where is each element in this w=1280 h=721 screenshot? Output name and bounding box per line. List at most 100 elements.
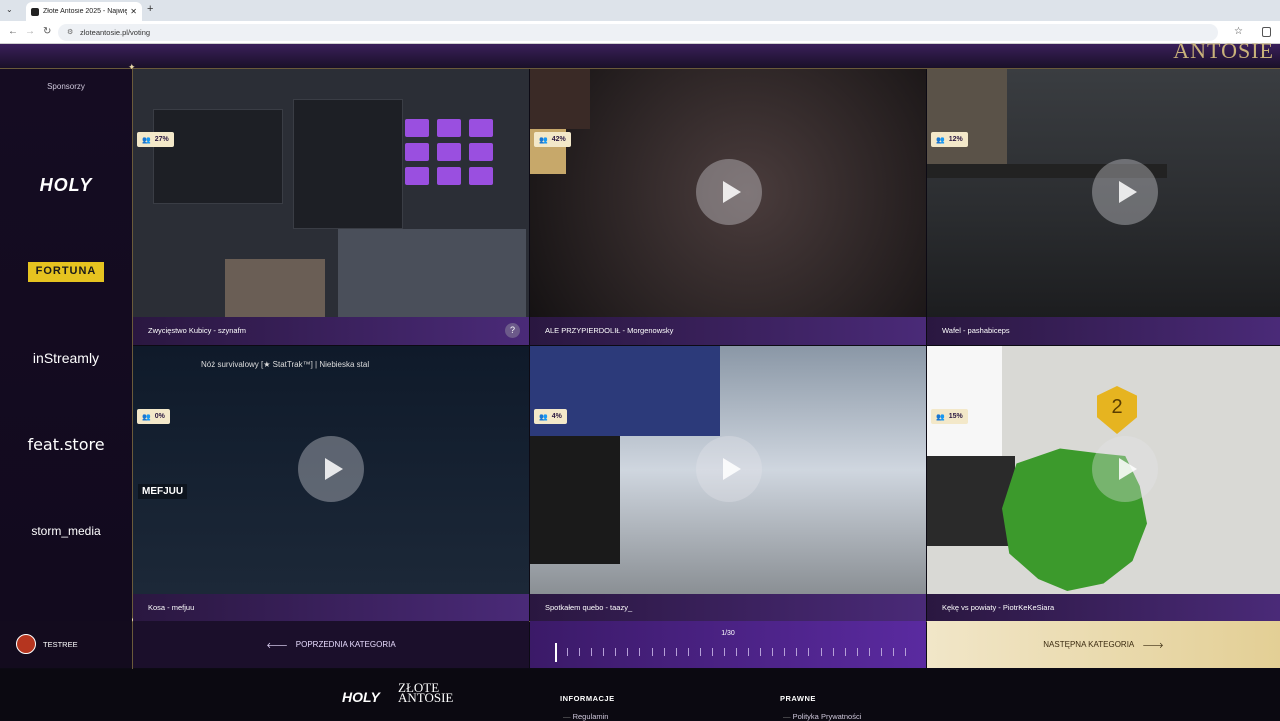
header-logo[interactable]: ANTOSIE (1173, 38, 1274, 64)
sponsor-instreamly-logo[interactable]: inStreamly (0, 350, 132, 366)
video-thumbnail[interactable] (133, 69, 529, 317)
progress-tick[interactable] (856, 648, 858, 656)
video-caption: Zwycięstwo Kubicy - szynafm (133, 317, 529, 345)
grid-tile (469, 143, 493, 161)
progress-tick[interactable] (772, 648, 774, 656)
progress-tick[interactable] (615, 648, 617, 656)
play-button-icon[interactable] (696, 436, 762, 502)
progress-tick[interactable] (784, 648, 786, 656)
previous-category-label: POPRZEDNIA KATEGORIA (295, 640, 396, 649)
progress-tick[interactable] (687, 648, 689, 656)
grid-tile (437, 167, 461, 185)
footer-legal-heading: PRAWNE (780, 694, 816, 703)
next-category-button[interactable]: NASTĘPNA KATEGORIA 🡒 (927, 621, 1280, 668)
voting-page: ANTOSIE ✦ ✦ Sponsorzy HOLY FORTUNA inStr… (0, 38, 1280, 721)
webcam-frame (225, 259, 325, 317)
progress-tick[interactable] (675, 648, 677, 656)
progress-tick[interactable] (591, 648, 593, 656)
username: TESTREE (43, 640, 78, 649)
reload-icon[interactable]: ↻ (43, 26, 51, 37)
people-icon: 👥 (142, 413, 151, 421)
play-button-icon[interactable] (1092, 159, 1158, 225)
progress-tick[interactable] (796, 648, 798, 656)
vote-percent-badge: 👥 15% (931, 409, 968, 424)
progress-ticks[interactable] (555, 643, 906, 662)
site-info-icon[interactable]: ⚙ (67, 28, 73, 36)
help-icon[interactable]: ? (505, 323, 520, 338)
video-card[interactable]: Nóż survivalowy [★ StatTrak™] | Niebiesk… (133, 346, 529, 622)
progress-tick[interactable] (820, 648, 822, 656)
progress-tick[interactable] (603, 648, 605, 656)
video-caption: Wafel - pashabiceps (927, 317, 1280, 345)
sponsor-featstore-logo[interactable]: feat.store (0, 435, 132, 454)
progress-tick[interactable] (880, 648, 882, 656)
video-caption: Kękę vs powiaty - PiotrKeKeSiara (927, 594, 1280, 622)
progress-tick[interactable] (639, 648, 641, 656)
sponsor-stormmedia-logo[interactable]: storm_media (0, 524, 132, 538)
forward-icon[interactable]: → (25, 26, 35, 37)
monitor-screen (530, 69, 590, 129)
sponsor-holy-logo[interactable]: HOLY (0, 175, 132, 196)
progress-tick[interactable] (760, 648, 762, 656)
sponsor-fortuna-logo[interactable]: FORTUNA (28, 262, 104, 282)
progress-tick[interactable] (868, 648, 870, 656)
vote-percent-badge: 👥 4% (534, 409, 567, 424)
video-card[interactable]: 👥 42% ALE PRZYPIERDOLIŁ - Morgenowsky (530, 69, 926, 345)
url-field[interactable]: ⚙ zloteantosie.pl/voting (58, 24, 1218, 41)
progress-tick[interactable] (711, 648, 713, 656)
progress-tick[interactable] (905, 648, 906, 656)
tab-close-icon[interactable]: ✕ (130, 7, 137, 16)
progress-tick[interactable] (723, 648, 725, 656)
progress-tick[interactable] (699, 648, 701, 656)
vote-percent: 15% (948, 413, 963, 420)
progress-tick[interactable] (627, 648, 629, 656)
people-icon: 👥 (936, 413, 945, 421)
progress-tick[interactable] (844, 648, 846, 656)
video-caption: Kosa - mefjuu (133, 594, 529, 622)
user-box[interactable]: TESTREE (0, 621, 132, 668)
address-bar-row: ← → ↻ ⚙ zloteantosie.pl/voting ☆ (0, 21, 1280, 44)
previous-category-button[interactable]: 🡐 POPRZEDNIA KATEGORIA (133, 621, 529, 668)
video-card[interactable]: 👥 12% Wafel - pashabiceps (927, 69, 1280, 345)
vote-percent-badge: 👥 0% (137, 409, 170, 424)
progress-tick[interactable] (748, 648, 750, 656)
browser-tab[interactable]: Złote Antosie 2025 - Największ ✕ (26, 2, 142, 21)
vote-percent-badge: 👥 27% (137, 132, 174, 147)
bookmark-star-icon[interactable]: ☆ (1234, 26, 1243, 37)
stream-panel (153, 109, 283, 204)
top-header-strip: ANTOSIE (0, 38, 1280, 68)
progress-tick[interactable] (651, 648, 653, 656)
arrow-left-icon: 🡐 (266, 640, 288, 650)
video-caption: Spotkałem quebo - taazy_ (530, 594, 926, 622)
video-card[interactable]: 2 👥 15% Kękę vs powiaty - PiotrKeKeSiara (927, 346, 1280, 622)
play-button-icon[interactable] (696, 159, 762, 225)
people-icon: 👥 (539, 136, 548, 144)
progress-tick[interactable] (892, 648, 894, 656)
video-card[interactable]: 👥 27% Zwycięstwo Kubicy - szynafm ? (133, 69, 529, 345)
progress-tick[interactable] (567, 648, 569, 656)
grid-tile (405, 119, 429, 137)
grid-tile (405, 143, 429, 161)
play-button-icon[interactable] (298, 436, 364, 502)
video-card[interactable]: 👥 4% Spotkałem quebo - taazy_ (530, 346, 926, 622)
vote-percent: 4% (551, 413, 562, 420)
grid-tile (437, 119, 461, 137)
new-tab-button[interactable]: + (147, 3, 153, 15)
progress-tick[interactable] (555, 643, 557, 662)
progress-tick[interactable] (832, 648, 834, 656)
streamer-tag: MEFJUU (138, 484, 188, 499)
play-button-icon[interactable] (1092, 436, 1158, 502)
webcam-frame (927, 69, 1007, 164)
popup-dialog (927, 346, 1002, 456)
browser-tabbar: ⌄ Złote Antosie 2025 - Największ ✕ + (0, 0, 1280, 21)
progress-tick[interactable] (808, 648, 810, 656)
footer-zlote-antosie-logo[interactable]: ZŁOTE ANTOSIE (398, 681, 453, 704)
progress-tick[interactable] (663, 648, 665, 656)
extensions-icon[interactable] (1262, 27, 1271, 37)
progress-tick[interactable] (736, 648, 738, 656)
footer-holy-logo[interactable]: HOLY (342, 689, 380, 705)
tab-list-chevron-icon[interactable]: ⌄ (6, 5, 13, 14)
back-icon[interactable]: ← (8, 26, 18, 37)
progress-tick[interactable] (579, 648, 581, 656)
avatar[interactable] (16, 634, 36, 654)
